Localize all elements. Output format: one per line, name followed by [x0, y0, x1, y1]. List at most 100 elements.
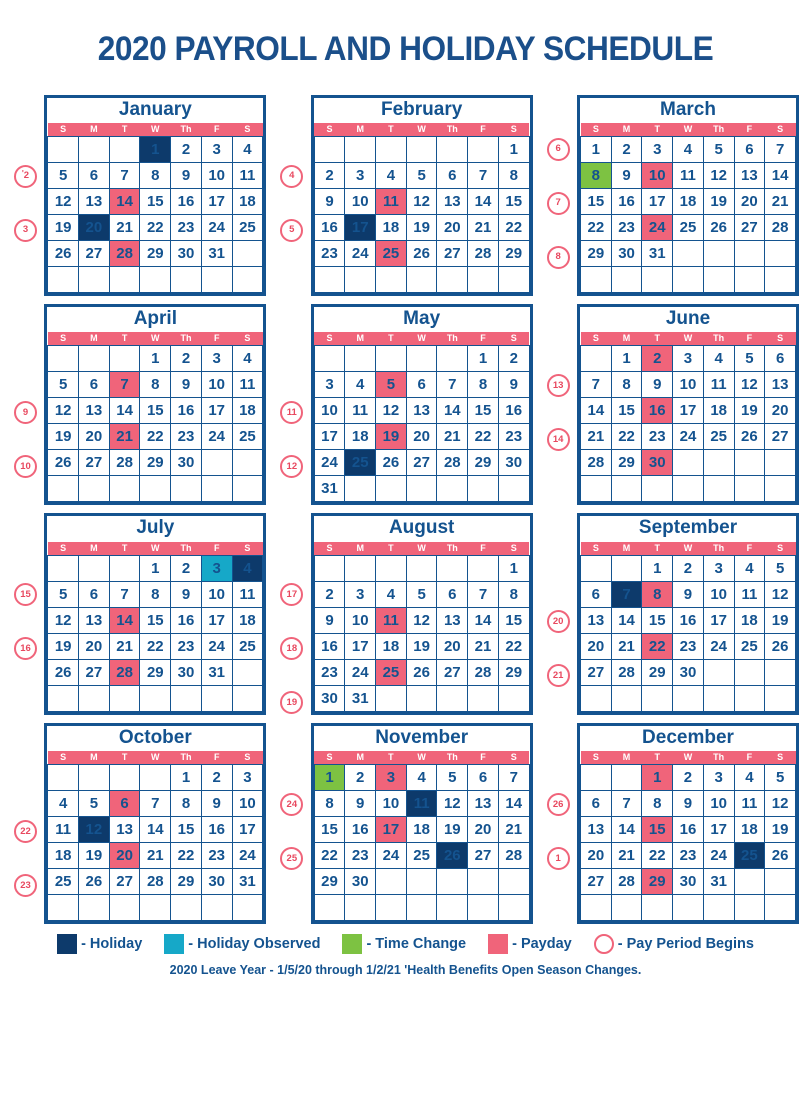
day-cell[interactable]: 24	[200, 632, 233, 660]
day-cell[interactable]: 15	[139, 187, 172, 215]
day-cell-holiday[interactable]: 25	[733, 842, 766, 870]
day-cell[interactable]: 26	[47, 449, 80, 477]
day-cell[interactable]: 25	[47, 868, 80, 896]
day-cell[interactable]: 19	[78, 842, 110, 870]
day-cell[interactable]: 22	[610, 423, 643, 451]
pay-period-begins-marker[interactable]: 6	[546, 137, 570, 161]
day-cell[interactable]: 21	[764, 187, 796, 215]
day-cell[interactable]: 23	[170, 423, 202, 451]
day-cell[interactable]: 29	[139, 449, 172, 477]
day-cell[interactable]: 22	[139, 423, 172, 451]
day-cell[interactable]: 2	[344, 764, 377, 792]
day-cell[interactable]: 2	[672, 764, 704, 792]
pay-period-begins-marker[interactable]: 4	[280, 164, 304, 188]
day-cell[interactable]: 23	[672, 632, 704, 660]
day-cell[interactable]: 17	[200, 606, 233, 634]
pay-period-begins-marker[interactable]: 19	[280, 691, 304, 715]
day-cell-payday[interactable]: 1	[641, 764, 674, 792]
pay-period-begins-marker[interactable]: 25	[280, 846, 304, 870]
day-cell[interactable]: 6	[78, 371, 110, 399]
day-cell[interactable]: 9	[313, 606, 346, 634]
day-cell[interactable]: 3	[672, 345, 704, 373]
day-cell[interactable]: 19	[47, 632, 80, 660]
day-cell[interactable]: 28	[610, 868, 643, 896]
day-cell[interactable]: 9	[200, 790, 233, 818]
day-cell[interactable]: 6	[733, 135, 766, 163]
day-cell[interactable]: 23	[344, 842, 377, 870]
day-cell[interactable]: 20	[764, 397, 796, 425]
day-cell[interactable]: 7	[436, 371, 469, 399]
day-cell[interactable]: 21	[467, 213, 499, 241]
day-cell[interactable]: 10	[702, 790, 735, 818]
pay-period-begins-marker[interactable]: 15	[14, 583, 37, 607]
day-cell[interactable]: 8	[641, 790, 674, 818]
pay-period-begins-marker[interactable]: 3	[14, 218, 37, 242]
pay-period-begins-marker[interactable]: 23	[14, 873, 37, 897]
day-cell[interactable]: 10	[313, 397, 346, 425]
day-cell-holiday[interactable]: 20	[78, 213, 110, 241]
day-cell[interactable]: 13	[78, 606, 110, 634]
day-cell[interactable]: 2	[313, 580, 346, 608]
day-cell[interactable]: 7	[764, 135, 796, 163]
day-cell[interactable]: 10	[344, 606, 377, 634]
day-cell-observed[interactable]: 3	[200, 554, 233, 582]
day-cell[interactable]: 27	[78, 449, 110, 477]
day-cell-payday[interactable]: 24	[641, 213, 674, 241]
day-cell[interactable]: 20	[405, 423, 438, 451]
day-cell[interactable]: 14	[467, 187, 499, 215]
day-cell[interactable]: 16	[200, 816, 233, 844]
day-cell[interactable]: 6	[436, 580, 469, 608]
day-cell[interactable]: 13	[405, 397, 438, 425]
day-cell[interactable]: 27	[108, 868, 141, 896]
day-cell[interactable]: 27	[580, 868, 612, 896]
day-cell[interactable]: 28	[139, 868, 172, 896]
day-cell[interactable]: 7	[467, 161, 499, 189]
day-cell[interactable]: 29	[580, 239, 612, 267]
day-cell[interactable]: 15	[497, 606, 530, 634]
day-cell-payday[interactable]: 28	[108, 239, 141, 267]
day-cell[interactable]: 13	[108, 816, 141, 844]
day-cell-payday[interactable]: 21	[108, 423, 141, 451]
day-cell[interactable]: 20	[436, 213, 469, 241]
day-cell[interactable]: 25	[672, 213, 704, 241]
day-cell[interactable]: 6	[467, 764, 499, 792]
day-cell[interactable]: 8	[467, 371, 499, 399]
pay-period-begins-marker[interactable]: 21	[546, 664, 570, 688]
pay-period-begins-marker[interactable]: 22	[14, 819, 37, 843]
day-cell[interactable]: 1	[139, 554, 172, 582]
day-cell[interactable]: 9	[610, 161, 643, 189]
day-cell[interactable]: 18	[231, 606, 264, 634]
day-cell[interactable]: 12	[764, 580, 796, 608]
day-cell[interactable]: 10	[200, 371, 233, 399]
day-cell[interactable]: 7	[580, 371, 612, 399]
day-cell[interactable]: 24	[702, 842, 735, 870]
day-cell[interactable]: 26	[702, 213, 735, 241]
day-cell[interactable]: 10	[702, 580, 735, 608]
day-cell-payday[interactable]: 20	[108, 842, 141, 870]
day-cell[interactable]: 1	[467, 345, 499, 373]
day-cell[interactable]: 20	[467, 816, 499, 844]
day-cell[interactable]: 1	[641, 554, 674, 582]
day-cell[interactable]: 8	[497, 161, 530, 189]
pay-period-begins-marker[interactable]: 11	[280, 400, 304, 424]
day-cell[interactable]: 22	[497, 213, 530, 241]
day-cell[interactable]: 2	[610, 135, 643, 163]
day-cell[interactable]: 7	[610, 790, 643, 818]
day-cell[interactable]: 24	[313, 449, 346, 477]
day-cell[interactable]: 9	[344, 790, 377, 818]
day-cell[interactable]: 17	[344, 632, 377, 660]
day-cell[interactable]: 11	[733, 790, 766, 818]
day-cell[interactable]: 2	[170, 345, 202, 373]
day-cell[interactable]: 22	[580, 213, 612, 241]
day-cell[interactable]: 22	[497, 632, 530, 660]
day-cell[interactable]: 1	[497, 135, 530, 163]
day-cell[interactable]: 15	[313, 816, 346, 844]
day-cell[interactable]: 28	[467, 658, 499, 686]
day-cell[interactable]: 3	[200, 345, 233, 373]
day-cell[interactable]: 16	[170, 397, 202, 425]
day-cell[interactable]: 4	[733, 764, 766, 792]
day-cell-timechange[interactable]: 8	[580, 161, 612, 189]
day-cell[interactable]: 1	[139, 345, 172, 373]
day-cell[interactable]: 17	[641, 187, 674, 215]
day-cell[interactable]: 10	[672, 371, 704, 399]
